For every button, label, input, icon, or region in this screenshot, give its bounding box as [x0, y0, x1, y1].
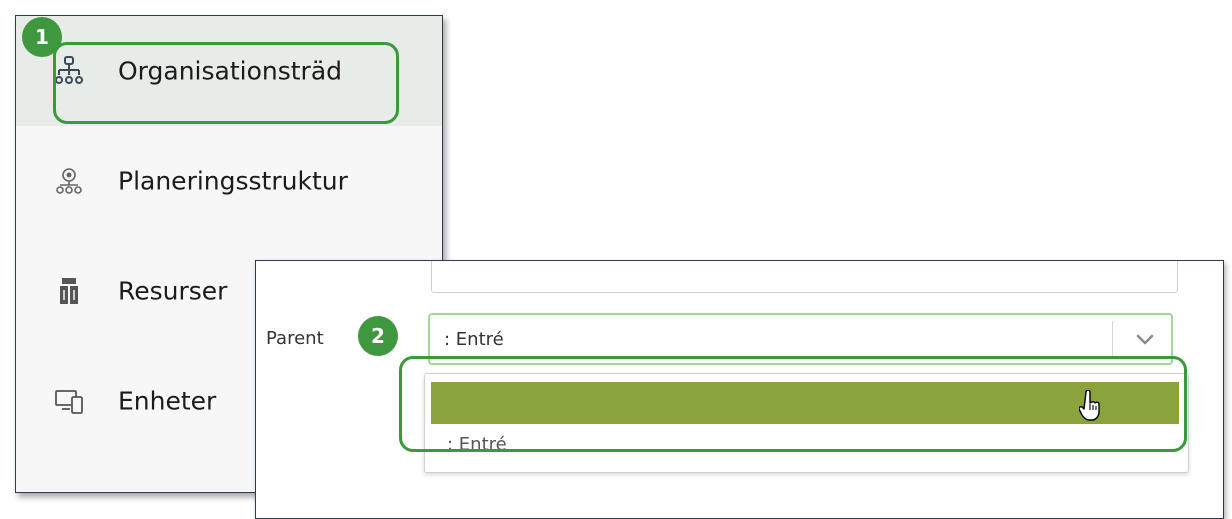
sidebar-item-label: Enheter: [118, 386, 217, 416]
planning-structure-icon: [56, 168, 82, 194]
sidebar-item-label: Resurser: [118, 276, 228, 306]
step-badge-1: 1: [22, 17, 62, 57]
parent-label: Parent: [266, 328, 324, 349]
select-divider: [1112, 321, 1113, 357]
step-badge-2: 2: [358, 316, 398, 356]
chevron-down-icon[interactable]: [1133, 327, 1157, 351]
sidebar-item-label: Planeringsstruktur: [118, 166, 348, 196]
text-field[interactable]: [431, 261, 1178, 293]
parent-select-value: : Entré: [444, 329, 504, 350]
sidebar-item-planeringsstruktur[interactable]: Planeringsstruktur: [16, 126, 442, 236]
resources-icon: [60, 278, 78, 304]
highlight-box-step-1: [53, 42, 399, 124]
highlight-box-step-2: [399, 356, 1187, 452]
devices-icon: [55, 390, 83, 414]
